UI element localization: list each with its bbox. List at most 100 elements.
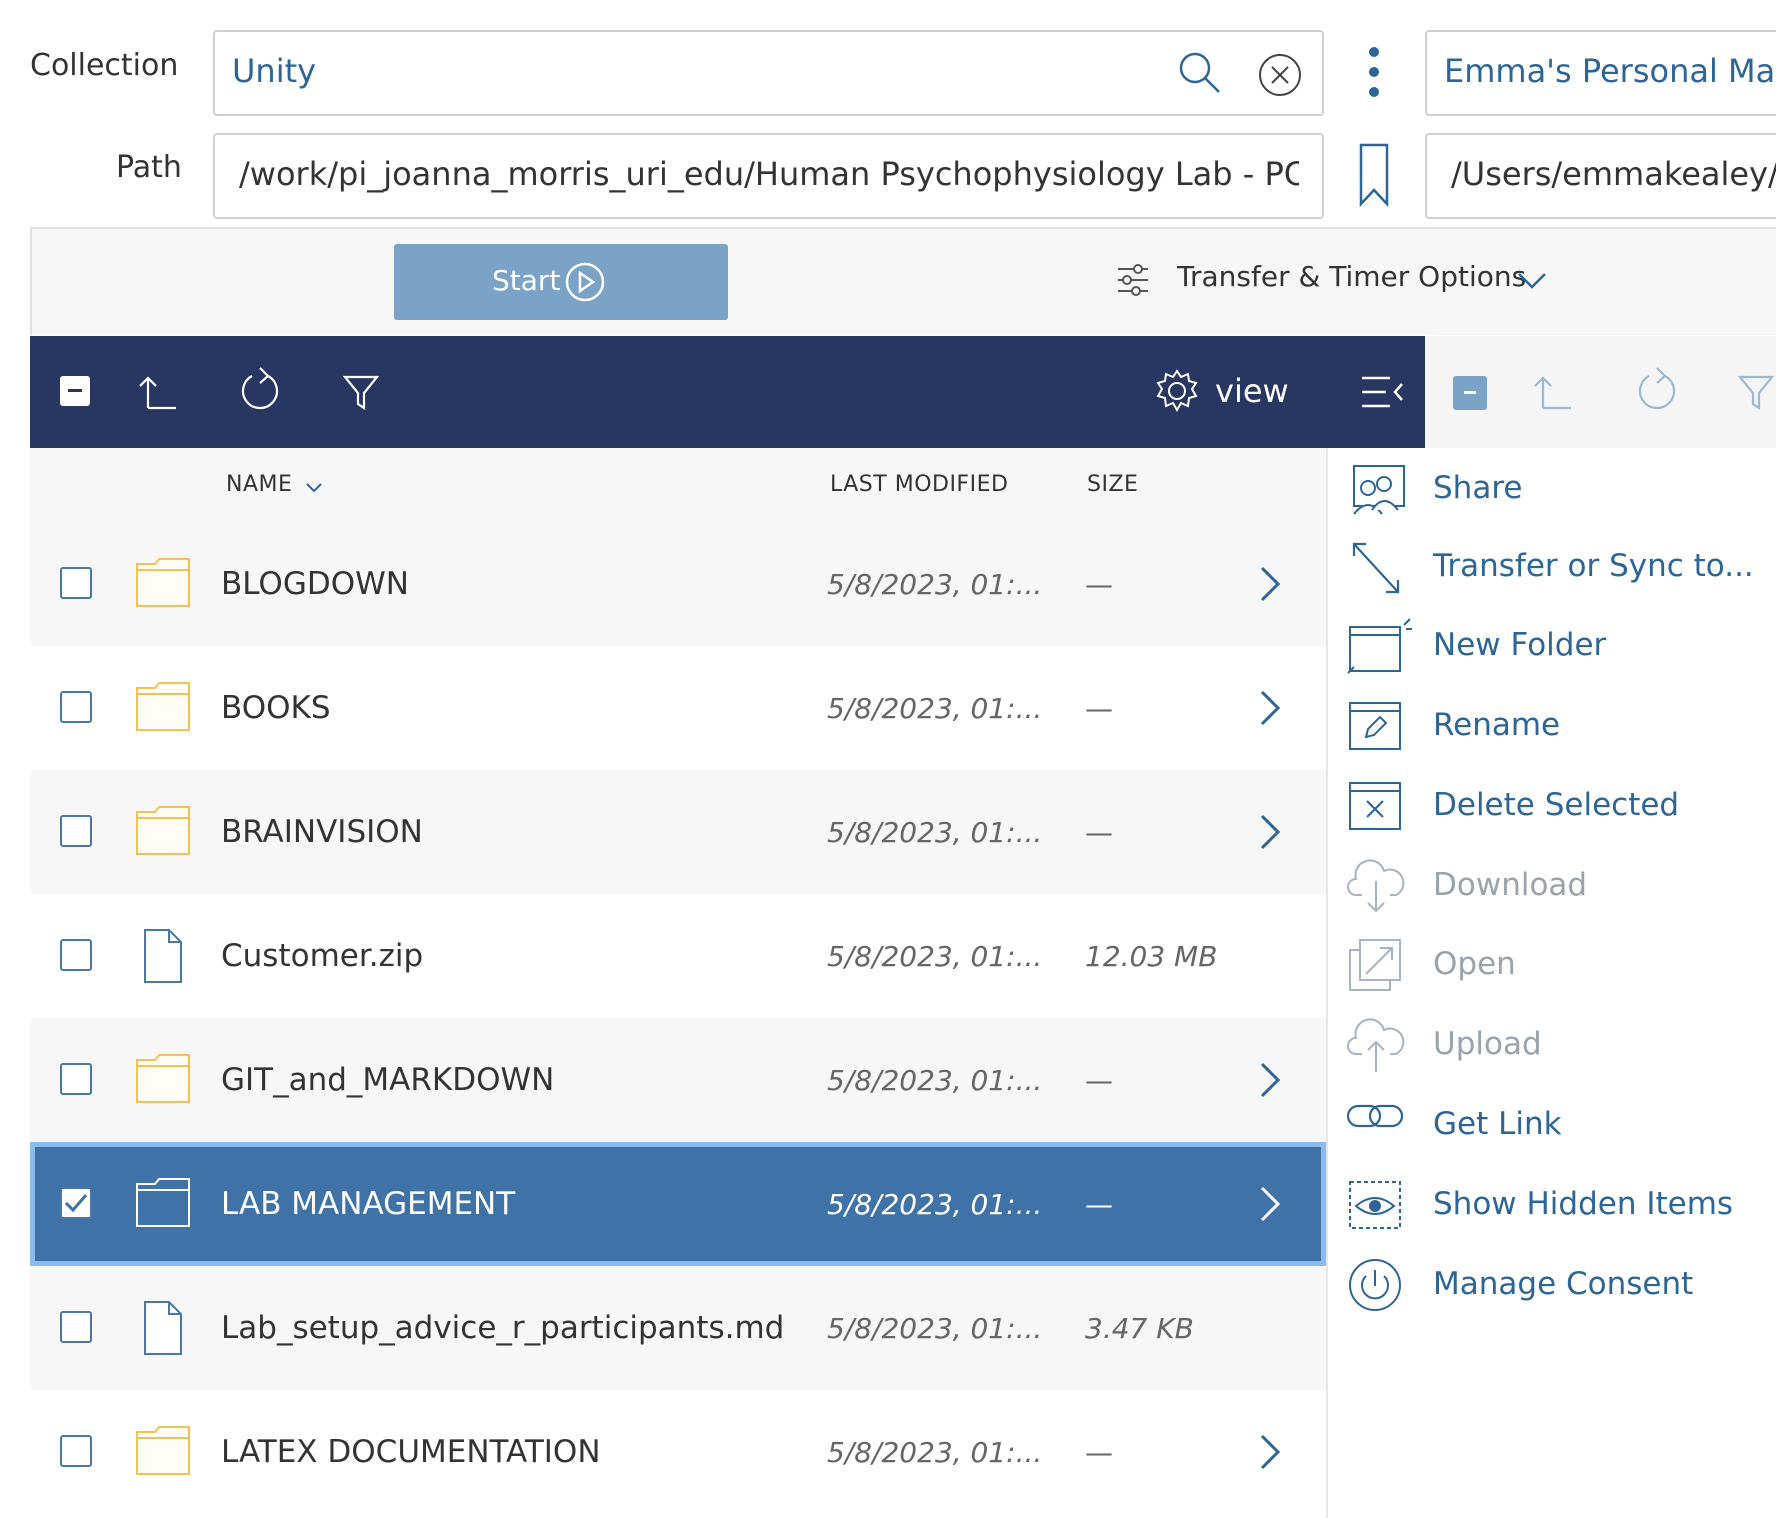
menu-item-show-hidden-items[interactable]: Show Hidden Items — [1328, 1170, 1776, 1240]
menu-item-download[interactable]: Download — [1328, 851, 1776, 921]
menu-item-get-link[interactable]: Get Link — [1328, 1090, 1776, 1160]
panel-toggle-icon[interactable] — [1360, 374, 1406, 410]
start-button[interactable]: Start — [394, 244, 728, 320]
chevron-right-icon[interactable] — [1258, 1434, 1282, 1474]
column-size[interactable]: SIZE — [1087, 472, 1138, 497]
column-name[interactable]: NAME — [226, 472, 292, 497]
menu-item-transfer-or-sync-to[interactable]: Transfer or Sync to... — [1328, 532, 1776, 602]
right-collection-field[interactable]: Emma's Personal Macb — [1425, 30, 1776, 116]
chevron-right-icon[interactable] — [1258, 566, 1282, 606]
chevron-down-icon[interactable] — [1517, 272, 1547, 290]
row-checkbox[interactable] — [60, 1063, 92, 1095]
refresh-icon[interactable] — [238, 366, 282, 416]
row-name[interactable]: GIT_and_MARKDOWN — [221, 1062, 554, 1098]
row-checkbox[interactable] — [60, 1187, 92, 1219]
select-all-checkbox[interactable] — [60, 376, 90, 406]
menu-item-manage-consent[interactable]: Manage Consent — [1328, 1250, 1776, 1320]
chevron-right-icon[interactable] — [1258, 814, 1282, 854]
table-row[interactable]: BOOKS 5/8/2023, 01:... — — [30, 646, 1326, 770]
row-modified: 5/8/2023, 01:... — [827, 1312, 1043, 1345]
row-name[interactable]: Customer.zip — [221, 938, 423, 974]
folder-icon — [135, 1424, 191, 1480]
menu-item-delete-selected[interactable]: Delete Selected — [1328, 771, 1776, 841]
menu-item-label: Download — [1433, 867, 1588, 903]
menu-item-share[interactable]: Share — [1328, 454, 1776, 524]
column-last-modified[interactable]: LAST MODIFIED — [830, 472, 1008, 497]
table-row[interactable]: GIT_and_MARKDOWN 5/8/2023, 01:... — — [30, 1018, 1326, 1142]
chevron-right-icon[interactable] — [1258, 690, 1282, 730]
folder-icon — [135, 680, 191, 736]
sliders-icon[interactable] — [1118, 263, 1148, 297]
filter-icon[interactable] — [343, 374, 379, 410]
row-checkbox[interactable] — [60, 567, 92, 599]
share-icon — [1346, 460, 1408, 522]
folder-icon — [135, 1052, 191, 1108]
row-name[interactable]: BRAINVISION — [221, 814, 423, 850]
collection-value: Unity — [232, 52, 317, 90]
link-icon — [1346, 1096, 1406, 1140]
table-row[interactable]: Customer.zip 5/8/2023, 01:... 12.03 MB — [30, 894, 1326, 1018]
more-options-icon[interactable] — [1364, 46, 1384, 98]
row-modified: 5/8/2023, 01:... — [827, 568, 1043, 601]
start-label: Start — [492, 264, 561, 297]
clear-icon[interactable] — [1257, 52, 1303, 98]
collection-label: Collection — [30, 48, 179, 83]
transfer-icon — [1346, 538, 1408, 604]
rename-icon — [1346, 697, 1404, 759]
row-checkbox[interactable] — [60, 691, 92, 723]
row-checkbox[interactable] — [60, 939, 92, 971]
table-row[interactable]: Lab_setup_advice_r_participants.md 5/8/20… — [30, 1266, 1326, 1390]
eye-icon — [1346, 1176, 1404, 1238]
sort-chevron-icon[interactable] — [305, 482, 323, 494]
menu-item-upload[interactable]: Upload — [1328, 1010, 1776, 1080]
gear-icon[interactable] — [1154, 368, 1200, 414]
right-path-field[interactable]: /Users/emmakealey/D — [1425, 133, 1776, 219]
folder-icon — [135, 1176, 191, 1232]
right-filter-icon[interactable] — [1738, 374, 1774, 410]
right-select-all-checkbox[interactable] — [1453, 376, 1487, 410]
table-row[interactable]: BRAINVISION 5/8/2023, 01:... — — [30, 770, 1326, 894]
transfer-options-label: Transfer & Timer Options — [1177, 260, 1527, 293]
row-name[interactable]: BLOGDOWN — [221, 566, 409, 602]
menu-item-label: Rename — [1433, 707, 1561, 743]
search-icon[interactable] — [1177, 50, 1223, 96]
bookmark-icon[interactable] — [1358, 142, 1390, 208]
row-name[interactable]: Lab_setup_advice_r_participants.md — [221, 1310, 784, 1346]
row-checkbox[interactable] — [60, 1311, 92, 1343]
collection-field[interactable]: Unity — [213, 30, 1324, 116]
row-name[interactable]: LATEX DOCUMENTATION — [221, 1434, 601, 1470]
table-row[interactable]: BLOGDOWN 5/8/2023, 01:... — — [30, 522, 1326, 646]
chevron-right-icon[interactable] — [1258, 1062, 1282, 1102]
table-row[interactable]: LATEX DOCUMENTATION 5/8/2023, 01:... — — [30, 1390, 1326, 1514]
row-name[interactable]: LAB MANAGEMENT — [221, 1186, 515, 1222]
table-row[interactable]: LAB MANAGEMENT 5/8/2023, 01:... — — [30, 1142, 1326, 1266]
menu-item-rename[interactable]: Rename — [1328, 691, 1776, 761]
right-path-value: /Users/emmakealey/D — [1451, 155, 1776, 193]
transfer-options[interactable]: Transfer & Timer Options — [1177, 260, 1526, 293]
row-size: 12.03 MB — [1085, 940, 1218, 973]
upload-icon — [1346, 1016, 1406, 1078]
path-label: Path — [116, 150, 182, 185]
power-icon — [1346, 1256, 1404, 1318]
menu-item-label: Get Link — [1433, 1106, 1562, 1142]
chevron-right-icon[interactable] — [1258, 1186, 1282, 1226]
right-up-folder-icon[interactable] — [1533, 374, 1573, 410]
menu-item-label: Open — [1433, 946, 1516, 982]
view-label[interactable]: view — [1215, 372, 1289, 410]
row-name[interactable]: BOOKS — [221, 690, 331, 726]
up-folder-icon[interactable] — [138, 374, 178, 410]
row-checkbox[interactable] — [60, 1435, 92, 1467]
row-checkbox[interactable] — [60, 815, 92, 847]
file-icon — [135, 928, 191, 988]
row-modified: 5/8/2023, 01:... — [827, 1064, 1043, 1097]
menu-item-open[interactable]: Open — [1328, 930, 1776, 1000]
right-refresh-icon[interactable] — [1635, 366, 1679, 416]
menu-item-new-folder[interactable]: New Folder — [1328, 611, 1776, 681]
menu-item-label: Transfer or Sync to... — [1433, 548, 1754, 584]
row-size: — — [1085, 1188, 1113, 1221]
right-toolbar — [1425, 336, 1776, 448]
menu-item-label: Manage Consent — [1433, 1266, 1694, 1302]
row-size: — — [1085, 568, 1113, 601]
path-field[interactable]: /work/pi_joanna_morris_uri_edu/Human Psy… — [213, 133, 1324, 219]
row-size: — — [1085, 1436, 1113, 1469]
